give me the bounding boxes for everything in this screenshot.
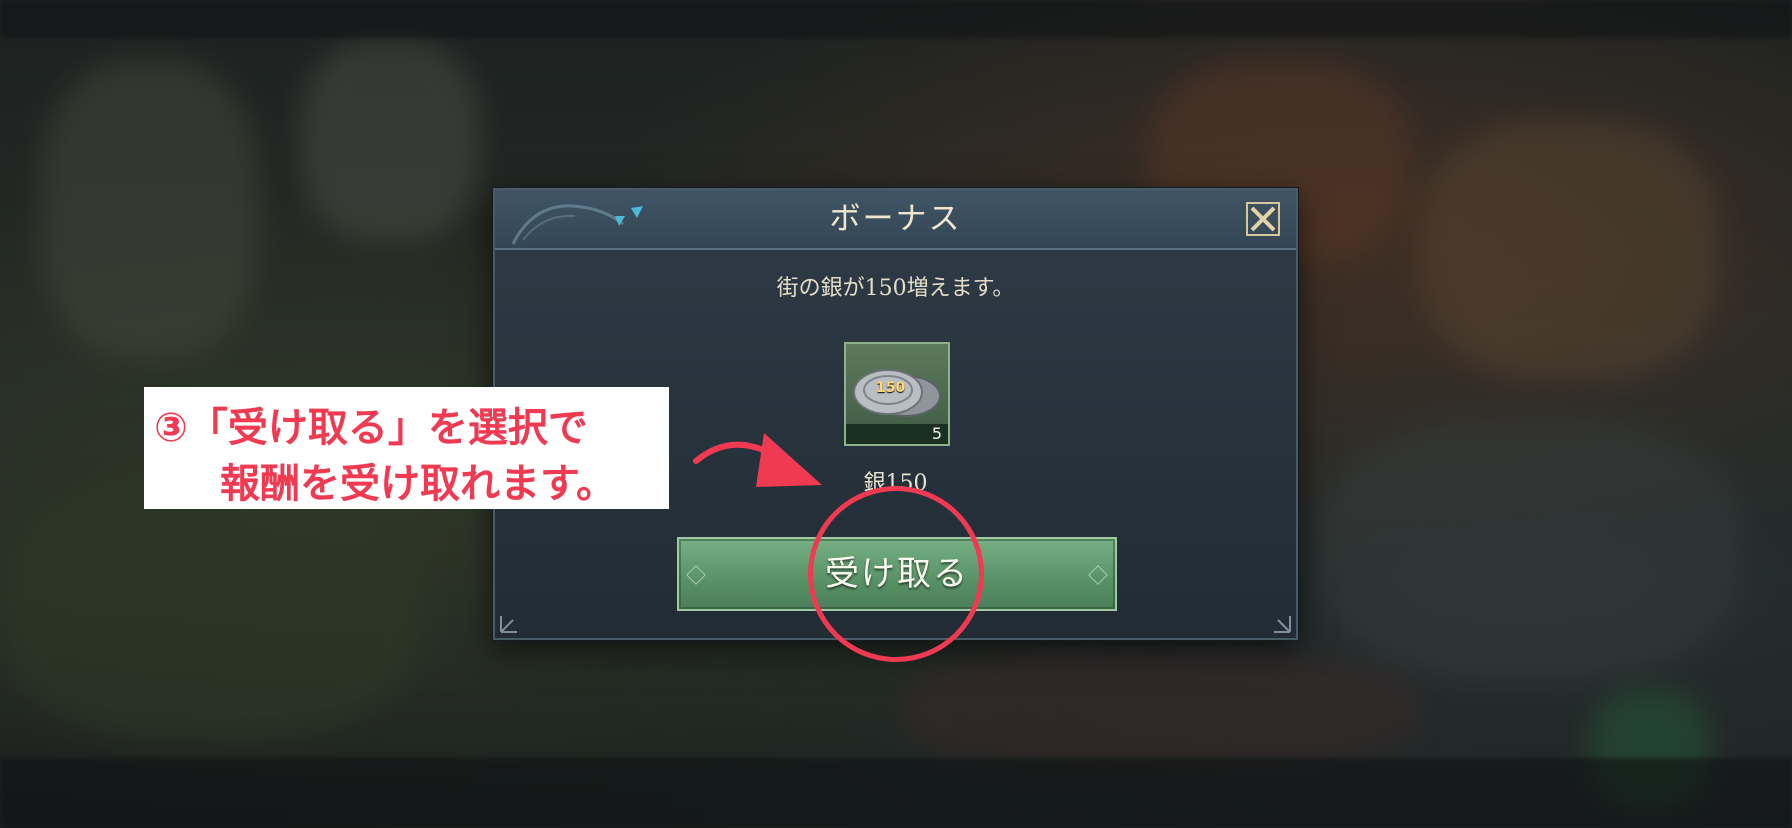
pointer-arrow-icon (693, 433, 822, 487)
dialog-title: ボーナス (829, 201, 962, 237)
coin-amount-label: 150 (876, 380, 906, 396)
instruction-callout: ③「受け取る」を選択で 報酬を受け取れます。 (144, 387, 669, 509)
dialog-header: ボーナス (495, 190, 1296, 250)
callout-text-line2: 報酬を受け取れます。 (220, 461, 616, 507)
highlight-circle (808, 486, 984, 662)
dialog-message: 街の銀が150増えます。 (776, 276, 1015, 301)
reward-count: 5 (931, 424, 942, 443)
corner-ornament-icon (500, 616, 517, 633)
close-icon[interactable] (1244, 200, 1282, 238)
callout-text-line1: ③「受け取る」を選択で (154, 405, 588, 451)
reward-item-silver: 150 5 (844, 342, 950, 446)
corner-ornament-icon (1274, 616, 1291, 633)
